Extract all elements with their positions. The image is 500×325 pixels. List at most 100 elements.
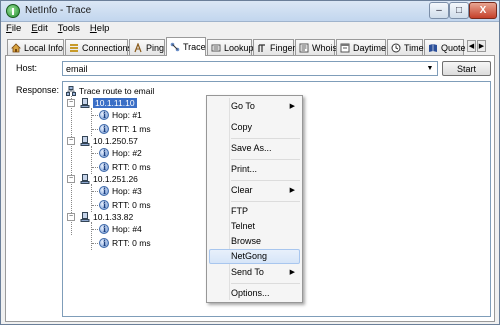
tree-connector <box>92 129 98 130</box>
tree-leaf[interactable]: Hop: #1 <box>99 109 142 121</box>
tab-ping[interactable]: Ping <box>129 39 165 55</box>
network-icon <box>66 86 76 96</box>
tree-leaf[interactable]: RTT: 1 ms <box>99 123 151 135</box>
netinfo-window: NetInfo - Trace – □ X File Edit Tools He… <box>0 0 500 325</box>
menu-file[interactable]: File <box>1 22 26 37</box>
tab-label: Whois <box>312 42 338 53</box>
collapse-toggle[interactable]: − <box>67 99 75 107</box>
netinfo-app-icon[interactable] <box>6 4 20 18</box>
menu-separator <box>231 180 300 181</box>
quote-icon <box>429 43 437 52</box>
tab-lookup[interactable]: Lookup <box>207 39 254 55</box>
menu-separator <box>231 201 300 202</box>
tree-connector <box>92 167 98 168</box>
tab-label: Lookup <box>224 42 254 53</box>
tree-leaf[interactable]: Hop: #3 <box>99 185 142 197</box>
tree-hop-node[interactable]: 10.1.11.10 <box>80 97 138 109</box>
tree-hop-node[interactable]: 10.1.33.82 <box>80 211 133 223</box>
title-bar[interactable]: NetInfo - Trace – □ X <box>1 1 499 22</box>
tree-root-label: Trace route to email <box>79 86 155 96</box>
tab-quote[interactable]: Quote <box>424 39 466 55</box>
tab-local-info[interactable]: Local Info <box>7 39 64 55</box>
menu-item-clear[interactable]: Clear ▶ <box>209 183 300 198</box>
tab-label: Finger <box>270 42 296 53</box>
tab-time[interactable]: Time <box>387 39 424 55</box>
hop-number: Hop: #2 <box>112 148 142 158</box>
tree-leaf[interactable]: RTT: 0 ms <box>99 199 151 211</box>
menu-item-print[interactable]: Print... <box>209 162 300 177</box>
tree-connector <box>91 146 92 174</box>
tree-connector <box>92 115 98 116</box>
computer-icon <box>80 98 90 108</box>
tab-connections[interactable]: Connections <box>65 39 132 55</box>
tree-connector <box>92 243 98 244</box>
menu-item-save-as[interactable]: Save As... <box>209 141 300 156</box>
menu-help[interactable]: Help <box>85 22 115 37</box>
ping-icon <box>134 42 142 52</box>
menu-item-browse[interactable]: Browse <box>209 234 300 249</box>
hop-ip: 10.1.33.82 <box>93 212 134 222</box>
tree-connector <box>91 108 92 136</box>
tree-connector <box>92 205 98 206</box>
hop-ip: 10.1.11.10 <box>92 97 138 109</box>
menu-separator <box>231 283 300 284</box>
menu-item-send-to[interactable]: Send To ▶ <box>209 265 300 280</box>
computer-icon <box>80 212 90 222</box>
tab-label: Ping <box>146 42 165 53</box>
host-label: Host: <box>16 63 38 73</box>
tree-leaf[interactable]: Hop: #4 <box>99 223 142 235</box>
submenu-arrow-icon: ▶ <box>289 103 295 110</box>
menu-tools[interactable]: Tools <box>53 22 85 37</box>
menu-item-telnet[interactable]: Telnet <box>209 219 300 234</box>
info-icon <box>99 238 109 248</box>
window-title: NetInfo - Trace <box>25 5 92 16</box>
tree-hop-node[interactable]: 10.1.251.26 <box>80 173 138 185</box>
hop-ip: 10.1.250.57 <box>93 136 138 146</box>
tab-scroll-left-button[interactable]: ◀ <box>467 40 476 52</box>
tab-finger[interactable]: Finger <box>253 39 296 55</box>
info-icon <box>99 124 109 134</box>
tree-connector <box>92 191 98 192</box>
tab-whois[interactable]: Whois <box>295 39 338 55</box>
response-label: Response: <box>16 85 60 95</box>
collapse-toggle[interactable]: − <box>67 213 75 221</box>
menu-edit[interactable]: Edit <box>26 22 52 37</box>
lookup-icon <box>211 44 221 51</box>
menu-item-netgong[interactable]: NetGong <box>209 249 300 264</box>
chevron-down-icon[interactable]: ▼ <box>425 63 435 74</box>
collapse-toggle[interactable]: − <box>67 175 75 183</box>
start-button[interactable]: Start <box>442 61 491 76</box>
menu-item-label: Clear <box>231 185 253 195</box>
info-icon <box>99 224 109 234</box>
submenu-arrow-icon: ▶ <box>289 187 295 194</box>
info-icon <box>99 110 109 120</box>
tree-hop-node[interactable]: 10.1.250.57 <box>80 135 138 147</box>
tree-leaf[interactable]: RTT: 0 ms <box>99 237 151 249</box>
maximize-button[interactable]: □ <box>449 2 469 19</box>
tab-label: Quote <box>441 42 466 53</box>
hop-rtt: RTT: 0 ms <box>112 238 151 248</box>
trace-icon <box>170 42 180 52</box>
tab-trace[interactable]: Trace <box>166 37 206 56</box>
tree-leaf[interactable]: Hop: #2 <box>99 147 142 159</box>
menu-item-copy[interactable]: Copy <box>209 120 300 135</box>
info-icon <box>99 200 109 210</box>
collapse-toggle[interactable]: − <box>67 137 75 145</box>
tab-daytime[interactable]: Daytime <box>336 39 386 55</box>
tab-scroll-right-button[interactable]: ▶ <box>477 40 486 52</box>
minimize-button[interactable]: – <box>429 2 449 19</box>
hop-number: Hop: #4 <box>112 224 142 234</box>
menu-item-label: Send To <box>231 267 264 277</box>
context-menu: Go To ▶ Copy Save As... Print... Clear ▶… <box>206 95 303 303</box>
tree-leaf[interactable]: RTT: 0 ms <box>99 161 151 173</box>
tree-connector <box>91 222 92 250</box>
submenu-arrow-icon: ▶ <box>289 269 295 276</box>
menu-item-ftp[interactable]: FTP <box>209 204 300 219</box>
tree-root[interactable]: Trace route to email <box>66 85 154 97</box>
close-button[interactable]: X <box>469 2 497 19</box>
host-combobox[interactable]: email ▼ <box>62 61 438 76</box>
info-icon <box>99 162 109 172</box>
menu-item-go-to[interactable]: Go To ▶ <box>209 99 300 114</box>
menu-item-options[interactable]: Options... <box>209 286 300 301</box>
info-icon <box>99 148 109 158</box>
